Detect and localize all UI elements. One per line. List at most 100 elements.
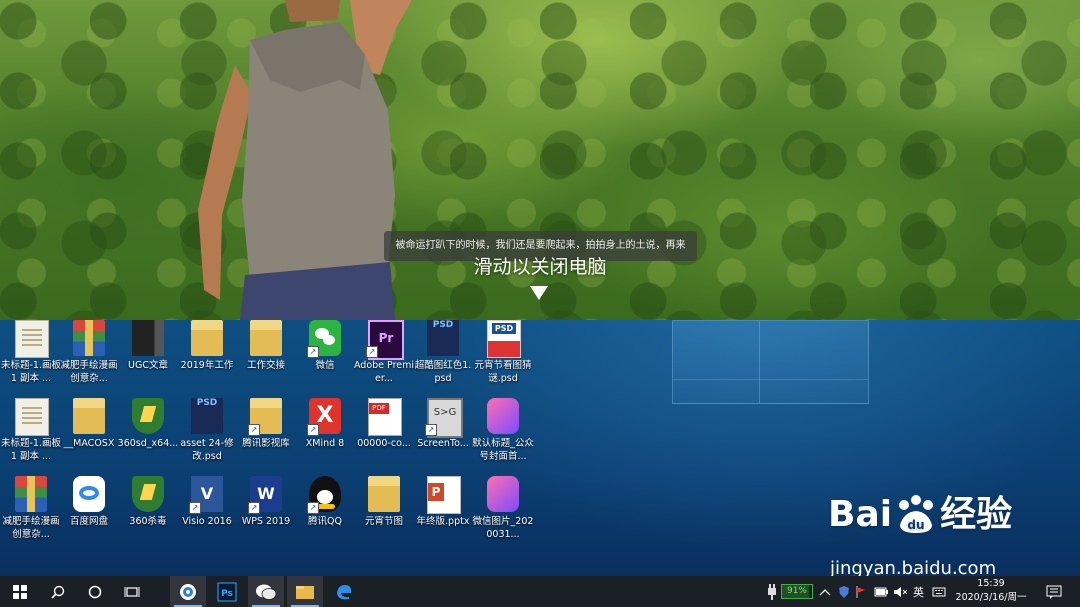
battery-indicator[interactable]: 91% — [781, 576, 813, 607]
desktop-icon[interactable]: 元宵节图 — [353, 476, 415, 550]
tray-volume[interactable] — [893, 576, 909, 607]
desktop-icon[interactable]: PSD asset 24-修改.psd — [176, 398, 238, 472]
battery-small-icon — [874, 587, 888, 596]
shortcut-arrow-icon: ↗ — [248, 424, 260, 436]
taskbar-app-browser[interactable] — [170, 576, 206, 607]
desktop: 未标题-1.画板 1 副本 ... 减肥手绘漫画创意杂... UGC文章 2019年工… — [0, 320, 1080, 576]
power-plug-indicator[interactable] — [766, 576, 778, 607]
desktop-icon[interactable]: 2019年工作 — [176, 320, 238, 394]
task-view-button[interactable] — [114, 576, 150, 607]
windows-start-icon — [13, 584, 27, 599]
desktop-icon[interactable]: S>G ↗ ScreenTo... — [412, 398, 474, 472]
desktop-icon[interactable]: ↗ 腾讯QQ — [294, 476, 356, 550]
360-antivirus-icon — [132, 398, 164, 434]
volume-muted-icon — [894, 586, 908, 597]
desktop-icon-label: 超酷图红色1.psd — [414, 360, 472, 384]
desktop-icon[interactable]: __MACOSX — [58, 398, 120, 472]
desktop-icon[interactable]: 360sd_x64... — [117, 398, 179, 472]
svg-text:Ps: Ps — [221, 589, 233, 599]
desktop-icon-label: 2019年工作 — [180, 360, 234, 371]
keyboard-icon — [932, 587, 946, 596]
desktop-icon[interactable]: 减肥手绘漫画创意杂... — [58, 320, 120, 394]
tray-keyboard[interactable] — [932, 576, 946, 607]
desktop-icon[interactable]: 默认标题_公众号封面首... — [472, 398, 534, 472]
desktop-icon[interactable]: 元宵节看图猜谜.psd — [472, 320, 534, 394]
folder-icon — [250, 320, 282, 356]
baidu-netdisk-icon — [73, 476, 105, 512]
winrar-archive-icon — [15, 476, 47, 512]
clock[interactable]: 15:39 2020/3/16/周一 — [948, 577, 1034, 605]
shortcut-arrow-icon: ↗ — [307, 424, 319, 436]
clock-time: 15:39 — [977, 578, 1005, 589]
input-method-indicator[interactable]: 英 — [913, 576, 924, 607]
image-file-icon — [487, 476, 519, 512]
desktop-icon-label: 未标题-1.画板 1 副本 ... — [1, 360, 61, 384]
start-button[interactable] — [2, 576, 38, 607]
image-file-icon — [487, 398, 519, 434]
winrar-archive-icon — [73, 320, 105, 356]
desktop-icon-label: asset 24-修改.psd — [180, 438, 234, 462]
tray-battery-small[interactable] — [874, 576, 888, 607]
watermark-brand-right: 经验 — [940, 494, 1013, 535]
tray-flag[interactable] — [855, 576, 867, 607]
ime-label: 英 — [913, 585, 924, 599]
show-hidden-icons-button[interactable] — [819, 576, 831, 607]
360-antivirus-icon — [132, 476, 164, 512]
desktop-icon[interactable]: UGC文章 — [117, 320, 179, 394]
desktop-icon[interactable]: PSD 超酷图红色1.psd — [412, 320, 474, 394]
wechat-icon — [256, 584, 277, 600]
red-flag-icon — [856, 585, 865, 598]
action-center-button[interactable] — [1046, 576, 1062, 607]
taskbar-app-photoshop[interactable]: Ps — [209, 576, 245, 607]
desktop-icon[interactable]: W ↗ WPS 2019 — [235, 476, 297, 550]
desktop-icon-label: 微信图片_2020031... — [472, 516, 534, 540]
desktop-icon-label: 360杀毒 — [129, 516, 167, 527]
desktop-icon[interactable]: 未标题-1.画板 1 副本 ... — [0, 320, 62, 394]
battery-icon: 91% — [781, 584, 813, 599]
desktop-icon[interactable]: Pr ↗ Adobe Premier... — [353, 320, 415, 394]
cortana-button[interactable] — [77, 576, 113, 607]
desktop-icon[interactable]: 微信图片_2020031... — [472, 476, 534, 550]
notification-icon — [1046, 585, 1062, 599]
desktop-icon-label: ScreenTo... — [417, 438, 469, 449]
desktop-icon[interactable]: V ↗ Visio 2016 — [176, 476, 238, 550]
shortcut-arrow-icon: ↗ — [425, 424, 437, 436]
psd-file-icon: PSD — [191, 398, 223, 434]
slide-to-shutdown-screen[interactable]: 被命运打趴下的时候，我们还是要爬起来，拍拍身上的土说，再来 滑动以关闭电脑 — [0, 0, 1080, 320]
desktop-icon[interactable]: ↗ 微信 — [294, 320, 356, 394]
slide-down-arrow-icon[interactable] — [530, 286, 548, 300]
shortcut-arrow-icon: ↗ — [248, 502, 260, 514]
desktop-icon-label: 腾讯影视库 — [242, 438, 290, 449]
desktop-icon[interactable]: 减肥手绘漫画创意杂... — [0, 476, 62, 550]
desktop-icon[interactable]: ↗ 腾讯影视库 — [235, 398, 297, 472]
desktop-icon[interactable]: 工作交接 — [235, 320, 297, 394]
browser-app-icon — [180, 583, 196, 600]
desktop-icon[interactable]: X ↗ XMind 8 — [294, 398, 356, 472]
desktop-icon-label: 元宵节图 — [364, 516, 403, 527]
shortcut-arrow-icon: ↗ — [307, 346, 319, 358]
taskbar-app-edge[interactable] — [326, 576, 362, 607]
document-icon — [15, 398, 49, 436]
taskbar-app-file-explorer[interactable] — [287, 576, 323, 607]
shortcut-arrow-icon: ↗ — [189, 502, 201, 514]
slide-to-shutdown-label[interactable]: 滑动以关闭电脑 — [0, 252, 1080, 279]
desktop-icon-label: 00000-co... — [357, 438, 411, 449]
edge-browser-icon — [337, 584, 352, 599]
desktop-icon[interactable]: 00000-co... — [353, 398, 415, 472]
taskbar-app-wechat[interactable] — [248, 576, 284, 607]
taskbar: Ps 91% 英 15:39 2020/3/16/周一 — [0, 576, 1080, 607]
desktop-icon-label: 百度网盘 — [69, 516, 108, 527]
pdf-file-icon — [368, 398, 402, 436]
desktop-icon[interactable]: 百度网盘 — [58, 476, 120, 550]
baidu-jingyan-watermark: Bai du 经验 — [828, 495, 1012, 535]
desktop-icon-label: 减肥手绘漫画创意杂... — [2, 516, 60, 540]
desktop-icon[interactable]: 未标题-1.画板 1 副本 ... — [0, 398, 62, 472]
desktop-icon-label: 腾讯QQ — [308, 516, 342, 527]
search-button[interactable] — [40, 576, 76, 607]
desktop-icon[interactable]: 年终版.pptx — [412, 476, 474, 550]
tray-security-shield[interactable] — [838, 576, 850, 607]
photoshop-icon: Ps — [217, 582, 237, 601]
shortcut-arrow-icon: ↗ — [307, 502, 319, 514]
search-icon — [51, 585, 65, 599]
desktop-icon[interactable]: 360杀毒 — [117, 476, 179, 550]
